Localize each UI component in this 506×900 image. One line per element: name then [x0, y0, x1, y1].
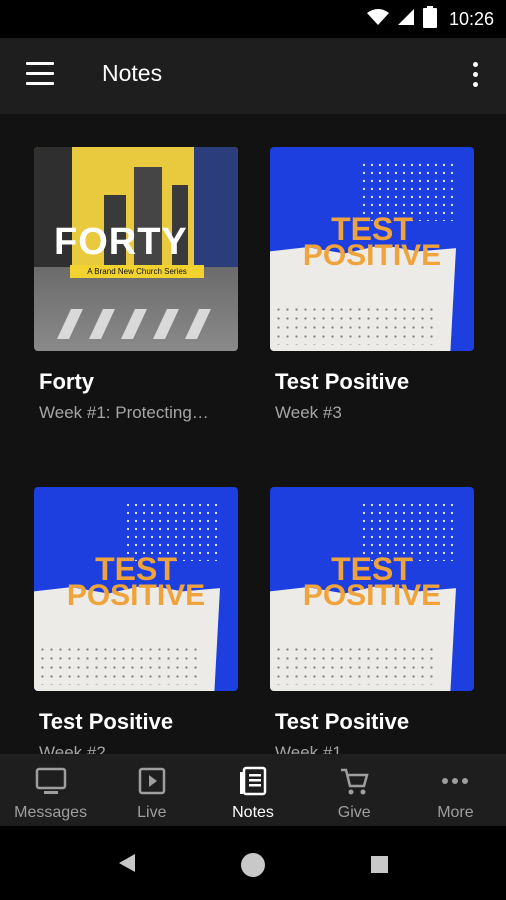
- note-subtitle: Week #3: [275, 403, 342, 422]
- bottom-nav: Messages Live Notes Give More: [0, 754, 506, 826]
- note-card-test-positive-week-1[interactable]: TEST POSITIVE Test Positive Week #1: [270, 487, 474, 754]
- note-thumbnail: TEST POSITIVE: [270, 487, 474, 691]
- art-title: FORTY: [54, 221, 188, 263]
- note-thumbnail: FORTY A Brand New Church Series: [34, 147, 238, 351]
- signal-icon: [397, 8, 415, 31]
- note-subtitle: Week #2: [39, 743, 106, 754]
- notes-grid: FORTY A Brand New Church Series Forty We…: [0, 114, 506, 754]
- note-title: Test Positive: [275, 709, 410, 734]
- more-vert-icon[interactable]: [468, 60, 484, 90]
- notes-book-icon: [239, 766, 267, 796]
- art-tagline: A Brand New Church Series: [70, 265, 204, 278]
- tv-icon: [35, 766, 67, 796]
- back-icon[interactable]: [118, 853, 136, 878]
- note-card-forty[interactable]: FORTY A Brand New Church Series Forty We…: [34, 147, 238, 423]
- status-time: 10:26: [448, 8, 494, 29]
- note-subtitle: Week #1: Protecting…: [39, 403, 209, 422]
- system-nav-bar: [0, 826, 506, 900]
- nav-notes[interactable]: Notes: [202, 754, 303, 826]
- nav-more[interactable]: More: [405, 754, 506, 826]
- play-icon: [138, 766, 166, 796]
- note-title: Test Positive: [275, 369, 410, 394]
- art-title-line2: POSITIVE: [66, 579, 206, 612]
- cart-icon: [339, 766, 369, 796]
- art-title-line2: POSITIVE: [302, 579, 442, 612]
- page-title: Notes: [102, 60, 163, 86]
- status-bar: 10:26: [0, 0, 506, 38]
- art-title-line2: POSITIVE: [302, 239, 442, 272]
- nav-label: Messages: [14, 804, 88, 821]
- wifi-icon: [366, 8, 389, 31]
- home-icon[interactable]: [241, 853, 265, 877]
- recents-icon[interactable]: [371, 856, 388, 873]
- note-card-test-positive-week-2[interactable]: TEST POSITIVE Test Positive Week #2: [34, 487, 238, 754]
- nav-messages[interactable]: Messages: [0, 754, 101, 826]
- note-subtitle: Week #1: [275, 743, 342, 754]
- nav-give[interactable]: Give: [304, 754, 405, 826]
- note-title: Forty: [39, 369, 94, 394]
- note-title: Test Positive: [39, 709, 174, 734]
- battery-icon: [422, 5, 437, 33]
- more-horiz-icon: [441, 766, 469, 796]
- hamburger-icon[interactable]: [26, 62, 54, 86]
- note-thumbnail: TEST POSITIVE: [34, 487, 238, 691]
- note-thumbnail: TEST POSITIVE: [270, 147, 474, 351]
- nav-label: More: [437, 804, 474, 821]
- nav-live[interactable]: Live: [101, 754, 202, 826]
- nav-label: Give: [337, 804, 371, 821]
- note-card-test-positive-week-3[interactable]: TEST POSITIVE Test Positive Week #3: [270, 147, 474, 423]
- nav-label: Notes: [232, 804, 274, 821]
- app-bar: Notes: [0, 38, 506, 114]
- nav-label: Live: [137, 804, 167, 821]
